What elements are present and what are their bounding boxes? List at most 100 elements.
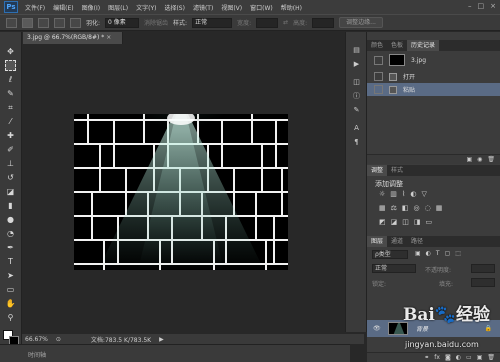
rectangle-tool-icon[interactable]: ▭ bbox=[5, 284, 16, 295]
history-item-paste[interactable]: 粘贴 bbox=[367, 83, 500, 96]
status-info-icon[interactable]: ⊙ bbox=[56, 336, 61, 343]
blend-mode-select[interactable]: 正常 bbox=[372, 264, 416, 273]
gradient-map-icon[interactable]: ▭ bbox=[426, 218, 433, 226]
zoom-tool-icon[interactable]: ⚲ bbox=[5, 312, 16, 323]
maximize-button[interactable]: □ bbox=[478, 2, 485, 10]
vibrance-icon[interactable]: ▽ bbox=[421, 190, 426, 198]
tab-adjustments[interactable]: 调整 bbox=[367, 165, 388, 176]
curves-icon[interactable]: ⌇ bbox=[402, 190, 405, 198]
hand-tool-icon[interactable]: ✋ bbox=[5, 298, 16, 309]
channel-mixer-icon[interactable]: ◌ bbox=[425, 204, 431, 212]
minimize-button[interactable]: – bbox=[468, 2, 472, 10]
type-filter-icon[interactable]: T bbox=[436, 250, 440, 257]
fill-input[interactable] bbox=[471, 278, 495, 287]
visibility-eye-icon[interactable]: 👁 bbox=[373, 325, 381, 332]
width-input[interactable] bbox=[256, 17, 279, 28]
menu-window[interactable]: 窗口(W) bbox=[246, 3, 277, 12]
swap-icon[interactable]: ⇄ bbox=[283, 19, 288, 26]
tab-paths[interactable]: 路径 bbox=[407, 236, 427, 247]
add-selection-button[interactable] bbox=[38, 17, 49, 28]
selective-color-icon[interactable]: ◨ bbox=[414, 218, 421, 226]
history-panel-icon[interactable]: ▤ bbox=[351, 46, 362, 55]
type-tool-icon[interactable]: T bbox=[5, 256, 16, 267]
status-arrow-icon[interactable]: ▶ bbox=[159, 336, 164, 343]
properties-panel-icon[interactable]: ◫ bbox=[351, 78, 362, 87]
color-balance-icon[interactable]: ⚖ bbox=[391, 204, 397, 212]
tab-styles[interactable]: 样式 bbox=[387, 165, 407, 176]
brightness-icon[interactable]: ☼ bbox=[379, 190, 385, 198]
crop-tool-icon[interactable]: ⌗ bbox=[5, 102, 16, 113]
subtract-selection-button[interactable] bbox=[54, 17, 65, 28]
tab-color[interactable]: 颜色 bbox=[367, 40, 387, 51]
lasso-tool-icon[interactable]: ℓ bbox=[5, 74, 16, 85]
style-select[interactable]: 正常 bbox=[192, 17, 233, 28]
invert-icon[interactable]: ◩ bbox=[379, 218, 386, 226]
feather-input[interactable]: 0 像素 bbox=[105, 17, 140, 28]
menu-view[interactable]: 视图(V) bbox=[217, 3, 246, 12]
clone-stamp-icon[interactable]: ⊥ bbox=[5, 158, 16, 169]
quick-select-tool-icon[interactable]: ✎ bbox=[5, 88, 16, 99]
history-checkbox[interactable] bbox=[374, 85, 383, 94]
tab-swatches[interactable]: 色板 bbox=[387, 40, 407, 51]
character-panel-icon[interactable]: A bbox=[351, 124, 362, 133]
history-checkbox[interactable] bbox=[374, 72, 383, 81]
threshold-icon[interactable]: ◫ bbox=[402, 218, 409, 226]
tab-layers[interactable]: 图层 bbox=[367, 236, 388, 247]
antialias-checkbox[interactable]: 消除锯齿 bbox=[144, 18, 168, 27]
menu-image[interactable]: 图像(I) bbox=[78, 3, 104, 12]
history-snapshot[interactable]: 3.jpg bbox=[367, 52, 500, 68]
menu-file[interactable]: 文件(F) bbox=[21, 3, 49, 12]
menu-layer[interactable]: 图层(L) bbox=[104, 3, 132, 12]
history-brush-icon[interactable]: ↺ bbox=[5, 172, 16, 183]
pen-tool-icon[interactable]: ✒ bbox=[5, 242, 16, 253]
layer-kind-filter[interactable]: ρ类型 bbox=[372, 250, 408, 259]
close-tab-icon[interactable]: × bbox=[106, 34, 111, 41]
path-select-icon[interactable]: ➤ bbox=[5, 270, 16, 281]
zoom-level[interactable]: 66.67% bbox=[25, 336, 48, 343]
brush-panel-icon[interactable]: ✎ bbox=[351, 106, 362, 115]
menu-select[interactable]: 选择(S) bbox=[160, 3, 189, 12]
gradient-tool-icon[interactable]: ▮ bbox=[5, 200, 16, 211]
refine-edge-button[interactable]: 调整边缘... bbox=[339, 17, 383, 28]
history-item-open[interactable]: 打开 bbox=[367, 70, 500, 83]
intersect-selection-button[interactable] bbox=[70, 17, 81, 28]
eraser-tool-icon[interactable]: ◪ bbox=[5, 186, 16, 197]
exposure-icon[interactable]: ◐ bbox=[410, 190, 416, 198]
marquee-tool-icon[interactable] bbox=[5, 60, 16, 71]
shape-filter-icon[interactable]: ▢ bbox=[445, 250, 451, 257]
menu-filter[interactable]: 滤镜(T) bbox=[189, 3, 217, 12]
levels-icon[interactable]: ▥ bbox=[390, 190, 397, 198]
timeline-panel[interactable]: 时间轴 bbox=[0, 344, 350, 362]
snapshot-checkbox[interactable] bbox=[374, 55, 383, 65]
photo-filter-icon[interactable]: ◎ bbox=[414, 204, 420, 212]
eyedropper-tool-icon[interactable]: ⁄ bbox=[5, 116, 16, 127]
adjust-filter-icon[interactable]: ◐ bbox=[426, 250, 431, 257]
blur-tool-icon[interactable]: ● bbox=[5, 214, 16, 225]
tab-history[interactable]: 历史记录 bbox=[407, 40, 440, 51]
marquee-preset-button[interactable] bbox=[6, 17, 17, 28]
document-image[interactable] bbox=[74, 58, 288, 270]
document-tab[interactable]: 3.jpg @ 66.7%(RGB/8#) * × bbox=[23, 32, 123, 44]
brush-tool-icon[interactable]: ✐ bbox=[5, 144, 16, 155]
trash-icon[interactable]: 🗑 bbox=[487, 155, 495, 164]
black-white-icon[interactable]: ◧ bbox=[402, 204, 409, 212]
opacity-input[interactable] bbox=[471, 264, 495, 273]
smart-filter-icon[interactable]: ⬚ bbox=[455, 250, 461, 257]
dodge-tool-icon[interactable]: ◔ bbox=[5, 228, 16, 239]
pixel-filter-icon[interactable]: ▣ bbox=[415, 250, 421, 257]
info-panel-icon[interactable]: ⓘ bbox=[351, 92, 362, 101]
menu-type[interactable]: 文字(Y) bbox=[132, 3, 160, 12]
tab-channels[interactable]: 通道 bbox=[387, 236, 407, 247]
actions-panel-icon[interactable]: ▶ bbox=[351, 60, 362, 69]
new-document-icon[interactable]: ▣ bbox=[466, 155, 472, 164]
camera-icon[interactable]: ◉ bbox=[477, 155, 482, 164]
new-selection-button[interactable] bbox=[22, 17, 33, 28]
color-lookup-icon[interactable]: ▦ bbox=[436, 204, 443, 212]
hue-saturation-icon[interactable]: ▦ bbox=[379, 204, 386, 212]
healing-brush-icon[interactable]: ✚ bbox=[5, 130, 16, 141]
paragraph-panel-icon[interactable]: ¶ bbox=[351, 138, 362, 147]
height-input[interactable] bbox=[312, 17, 335, 28]
close-button[interactable]: × bbox=[490, 2, 496, 10]
move-tool-icon[interactable]: ✥ bbox=[5, 46, 16, 57]
posterize-icon[interactable]: ◪ bbox=[391, 218, 398, 226]
